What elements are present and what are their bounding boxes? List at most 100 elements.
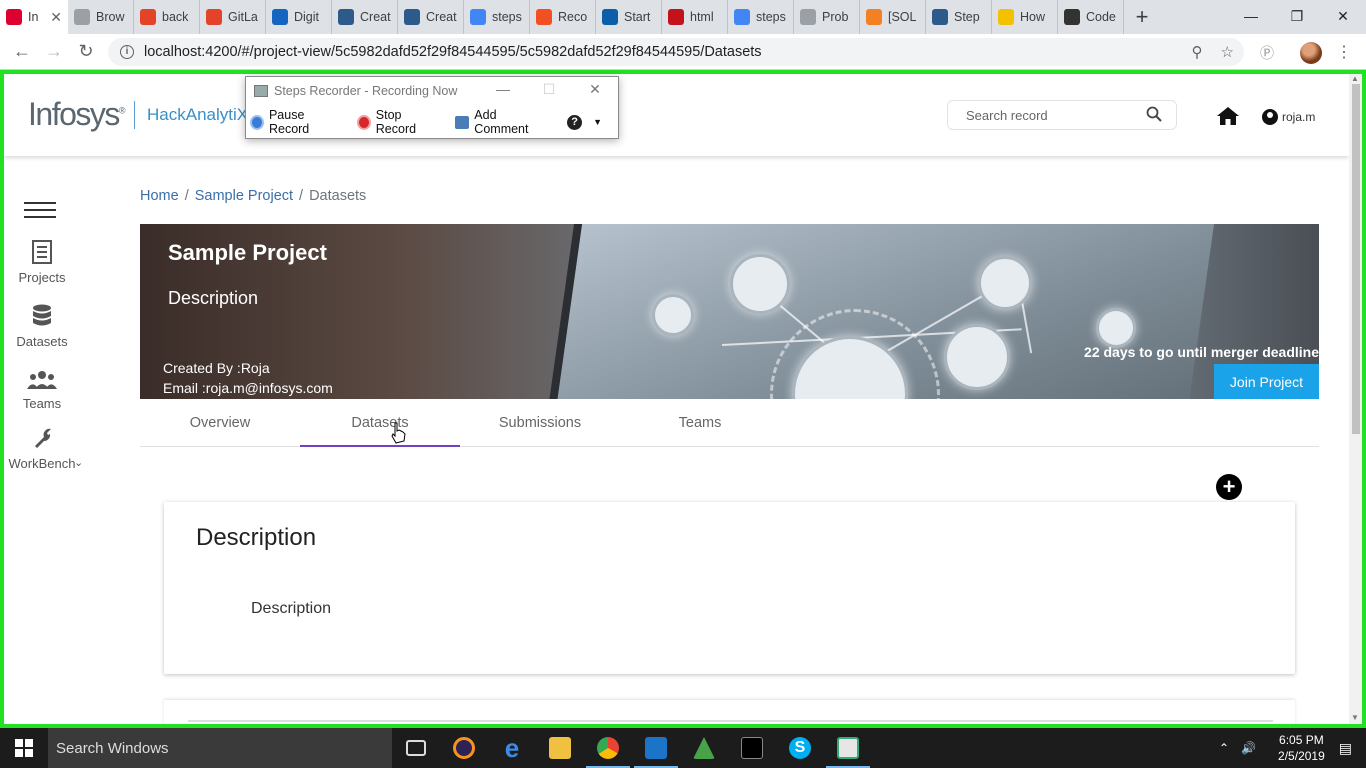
url-field[interactable]: i localhost:4200/#/project-view/5c5982da…: [108, 38, 1244, 66]
wrench-icon: [35, 428, 51, 448]
terminal-icon[interactable]: [728, 728, 776, 768]
close-tab-icon[interactable]: ✕: [50, 9, 62, 26]
eclipse-icon[interactable]: [440, 728, 488, 768]
task-view-icon[interactable]: [392, 728, 440, 768]
recorder-minimize-button[interactable]: —: [480, 81, 526, 98]
steps-recorder-taskbar-icon[interactable]: [824, 728, 872, 768]
scroll-down-icon[interactable]: ▼: [1351, 713, 1359, 722]
stop-record-button[interactable]: Stop Record: [356, 108, 439, 136]
help-icon: ?: [567, 114, 583, 130]
add-comment-label: Add Comment: [474, 108, 529, 136]
browser-tab[interactable]: back: [134, 0, 200, 34]
info-icon[interactable]: i: [120, 45, 134, 59]
home-icon[interactable]: [1216, 106, 1240, 126]
robo3t-icon[interactable]: [680, 728, 728, 768]
browser-tab-title: back: [162, 10, 189, 24]
database-icon: [33, 304, 51, 326]
recorder-maximize-button[interactable]: ☐: [526, 81, 572, 98]
scroll-up-icon[interactable]: ▲: [1351, 74, 1359, 83]
stop-icon: [356, 114, 371, 130]
search-icon[interactable]: [1146, 106, 1162, 122]
browser-tab[interactable]: steps: [464, 0, 530, 34]
pause-record-button[interactable]: Pause Record: [250, 108, 341, 136]
recorder-close-button[interactable]: ✕: [572, 81, 618, 98]
chrome-icon[interactable]: [584, 728, 632, 768]
browser-tab[interactable]: [SOL: [860, 0, 926, 34]
sidebar-item-workbench[interactable]: WorkBench ⌄: [4, 426, 83, 471]
taskbar-search[interactable]: Search Windows: [48, 728, 392, 768]
scrollbar-thumb[interactable]: [1352, 84, 1360, 434]
edge-icon[interactable]: e: [488, 728, 536, 768]
logo[interactable]: Infosys® HackAnalytiX: [28, 96, 248, 133]
clock[interactable]: 6:05 PM 2/5/2019: [1278, 732, 1325, 764]
back-arrow-icon[interactable]: ←: [6, 41, 38, 62]
codepen-icon: [1064, 9, 1080, 25]
new-tab-button[interactable]: +: [1124, 0, 1160, 34]
chevron-down-icon[interactable]: ⌄: [74, 456, 83, 469]
browser-tab-title: Code: [1086, 10, 1116, 24]
tab-datasets[interactable]: Datasets: [300, 399, 460, 447]
browser-tab[interactable]: Reco: [530, 0, 596, 34]
recorder-toolbar: Pause Record Stop Record Add Comment ? ▼: [246, 105, 618, 139]
breadcrumb-project[interactable]: Sample Project: [195, 188, 293, 204]
join-project-button[interactable]: Join Project: [1214, 364, 1319, 399]
sidebar-item-projects[interactable]: Projects: [4, 240, 80, 285]
gitlab-icon: [140, 9, 156, 25]
browser-tab[interactable]: Creat: [332, 0, 398, 34]
hamburger-menu-icon[interactable]: [24, 202, 56, 218]
add-dataset-button[interactable]: +: [1216, 474, 1242, 500]
infosys-logo: Infosys®: [28, 96, 126, 132]
sidebar-item-teams[interactable]: Teams: [4, 370, 80, 411]
dropdown-arrow-icon[interactable]: ▼: [593, 117, 602, 127]
browser-tab[interactable]: Prob: [794, 0, 860, 34]
search-input[interactable]: Search record: [947, 100, 1177, 130]
browser-tab[interactable]: GitLa: [200, 0, 266, 34]
minimize-button[interactable]: —: [1228, 0, 1274, 32]
doc-icon: [338, 9, 354, 25]
chrome-menu-icon[interactable]: ⋮: [1336, 42, 1352, 62]
browser-tab[interactable]: steps: [728, 0, 794, 34]
browser-tab[interactable]: How: [992, 0, 1058, 34]
tab-teams[interactable]: Teams: [620, 399, 780, 447]
page-scrollbar[interactable]: ▲ ▼: [1349, 74, 1362, 724]
tab-overview[interactable]: Overview: [140, 399, 300, 447]
pause-record-label: Pause Record: [268, 108, 310, 136]
restore-button[interactable]: ❐: [1274, 0, 1320, 32]
extension-icon[interactable]: Ⓟ: [1260, 43, 1274, 63]
browser-tab[interactable]: Code: [1058, 0, 1124, 34]
close-window-button[interactable]: ✕: [1320, 0, 1366, 32]
browser-tab[interactable]: html: [662, 0, 728, 34]
browser-tab[interactable]: Step: [926, 0, 992, 34]
help-button[interactable]: ? ▼: [567, 114, 602, 130]
banner-node: [730, 254, 790, 314]
notifications-icon[interactable]: ▤: [1339, 740, 1352, 757]
browser-tab[interactable]: Brow: [68, 0, 134, 34]
forward-arrow-icon[interactable]: →: [38, 41, 70, 62]
steps-recorder-window: Steps Recorder - Recording Now — ☐ ✕ Pau…: [245, 76, 619, 139]
windows-start-button[interactable]: [0, 728, 48, 768]
vscode-icon[interactable]: [632, 728, 680, 768]
browser-tab[interactable]: Start: [596, 0, 662, 34]
reload-icon[interactable]: ↻: [70, 41, 102, 62]
browser-tab-strip: In ✕ Brow back GitLa Digit Creat Creat steps Reco…: [0, 0, 1366, 34]
bookmark-star-icon[interactable]: ☆: [1221, 43, 1234, 61]
banner-node: [978, 256, 1032, 310]
so-icon: [866, 9, 882, 25]
breadcrumb-home[interactable]: Home: [140, 188, 179, 204]
tray-chevron-icon[interactable]: ⌃: [1219, 741, 1229, 755]
browser-tab[interactable]: Creat: [398, 0, 464, 34]
tab-submissions[interactable]: Submissions: [460, 399, 620, 447]
browser-tab[interactable]: In ✕: [0, 0, 68, 34]
add-comment-button[interactable]: Add Comment: [454, 108, 547, 136]
browser-tab[interactable]: Digit: [266, 0, 332, 34]
sidebar-item-datasets[interactable]: Datasets: [4, 304, 80, 349]
breadcrumb: Home / Sample Project / Datasets: [140, 188, 366, 204]
user-menu[interactable]: roja.m: [1262, 109, 1315, 125]
skype-icon[interactable]: S: [776, 728, 824, 768]
file-explorer-icon[interactable]: [536, 728, 584, 768]
profile-avatar[interactable]: [1300, 42, 1322, 64]
project-title: Sample Project: [168, 240, 327, 265]
breadcrumb-separator: /: [184, 188, 189, 204]
volume-icon[interactable]: 🔊: [1241, 741, 1256, 755]
key-icon[interactable]: ⚲: [1192, 43, 1203, 61]
